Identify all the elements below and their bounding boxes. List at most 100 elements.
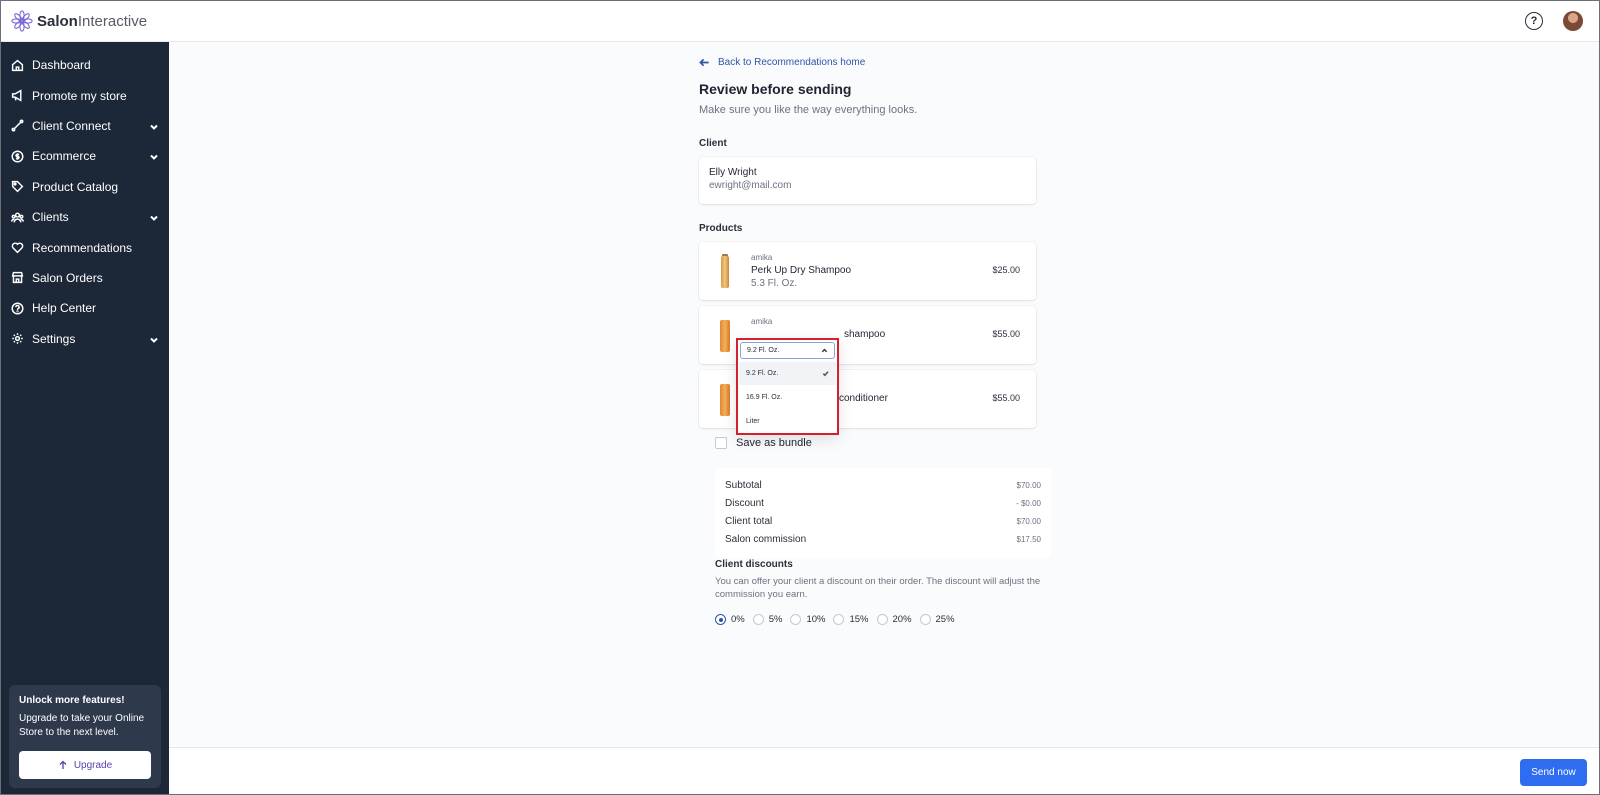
radio-button[interactable]	[790, 614, 802, 625]
chevron-down-icon	[149, 151, 159, 161]
arrow-up-icon	[59, 760, 67, 769]
discount-option-label: 25%	[935, 614, 955, 625]
discount-option[interactable]: 10%	[790, 614, 825, 625]
product-brand: amika	[751, 317, 773, 326]
chevron-down-icon	[149, 121, 159, 131]
help-circle-icon	[11, 302, 24, 315]
sidebar-item-product-catalog[interactable]: Product Catalog	[1, 172, 169, 202]
sidebar-item-client-connect[interactable]: Client Connect	[1, 111, 169, 141]
totals-value: $17.50	[1016, 535, 1041, 545]
product-price: $25.00	[992, 265, 1020, 275]
sidebar: Dashboard Promote my store Client Connec…	[1, 42, 169, 794]
size-option[interactable]: Liter	[739, 410, 836, 433]
save-bundle-checkbox[interactable]	[715, 437, 727, 449]
product-image	[713, 382, 737, 416]
products-section-label: Products	[699, 223, 743, 234]
sidebar-item-label: Product Catalog	[32, 179, 119, 194]
product-size: 5.3 Fl. Oz.	[751, 278, 798, 289]
totals-label: Subtotal	[725, 479, 762, 491]
flower-logo-icon	[11, 10, 33, 32]
sidebar-item-label: Dashboard	[32, 58, 91, 73]
users-icon	[11, 211, 24, 224]
radio-button[interactable]	[715, 614, 726, 625]
discount-option-label: 5%	[768, 614, 783, 625]
size-option-label: Liter	[746, 418, 760, 425]
totals-label: Discount	[725, 497, 764, 509]
totals-value: - $0.00	[1016, 498, 1041, 508]
totals-label: Client total	[725, 515, 773, 527]
size-dropdown: 9.2 Fl. Oz. 9.2 Fl. Oz. 16.9 Fl. Oz. Lit…	[736, 338, 839, 435]
sidebar-item-settings[interactable]: Settings	[1, 324, 169, 354]
sidebar-item-label: Client Connect	[32, 118, 111, 133]
product-card: amika Perk Up Dry Shampoo 5.3 Fl. Oz. $2…	[699, 242, 1036, 300]
chevron-down-icon	[149, 334, 159, 344]
app-frame: SalonInteractive ? Dashboard Promote my …	[0, 0, 1600, 795]
product-image	[713, 318, 737, 352]
totals-value: $70.00	[1016, 516, 1041, 526]
product-brand: amika	[751, 253, 773, 262]
sidebar-item-label: Clients	[32, 210, 69, 225]
sidebar-item-label: Promote my store	[32, 88, 127, 103]
sidebar-item-promote[interactable]: Promote my store	[1, 80, 169, 110]
size-option[interactable]: 16.9 Fl. Oz.	[739, 386, 836, 409]
discount-option[interactable]: 25%	[919, 614, 955, 625]
radio-button[interactable]	[876, 614, 888, 625]
radio-button[interactable]	[833, 614, 845, 625]
page-subtitle: Make sure you like the way everything lo…	[699, 104, 918, 116]
avatar[interactable]	[1563, 11, 1583, 31]
send-now-button[interactable]: Send now	[1520, 759, 1587, 786]
discount-option-label: 10%	[806, 614, 826, 625]
size-option[interactable]: 9.2 Fl. Oz.	[739, 362, 836, 385]
help-icon[interactable]: ?	[1525, 12, 1543, 30]
page-title: Review before sending	[699, 81, 852, 97]
product-price: $55.00	[992, 329, 1020, 339]
save-bundle-row[interactable]: Save as bundle	[715, 437, 812, 449]
upgrade-card: Unlock more features! Upgrade to take yo…	[9, 685, 161, 788]
logo-text: SalonInteractive	[37, 12, 148, 30]
discount-option[interactable]: 15%	[833, 614, 869, 625]
sidebar-item-label: Settings	[32, 331, 76, 346]
totals-value: $70.00	[1016, 480, 1041, 490]
upgrade-button[interactable]: Upgrade	[19, 751, 151, 779]
size-option-label: 16.9 Fl. Oz.	[746, 394, 783, 401]
save-bundle-label: Save as bundle	[736, 437, 812, 449]
discount-option[interactable]: 0%	[715, 614, 745, 625]
main-area: Back to Recommendations home Review befo…	[169, 42, 1599, 794]
upgrade-body: Upgrade to take your Online Store to the…	[19, 713, 145, 738]
totals-row: Subtotal $70.00	[725, 476, 1041, 494]
product-name: shampoo	[844, 329, 886, 340]
product-name: conditioner	[839, 393, 888, 404]
tag-icon	[11, 180, 24, 193]
discount-option[interactable]: 20%	[876, 614, 912, 625]
check-icon	[822, 371, 829, 377]
radio-button[interactable]	[919, 614, 931, 625]
sidebar-item-dashboard[interactable]: Dashboard	[1, 50, 169, 80]
back-link[interactable]: Back to Recommendations home	[699, 57, 865, 68]
product-image	[713, 254, 737, 288]
heart-icon	[11, 241, 24, 254]
client-discounts-title: Client discounts	[715, 559, 793, 570]
chevron-up-icon	[821, 348, 828, 353]
sidebar-item-salon-orders[interactable]: Salon Orders	[1, 263, 169, 293]
top-bar: SalonInteractive ?	[1, 1, 1599, 42]
radio-button[interactable]	[752, 614, 764, 625]
client-discounts-description: You can offer your client a discount on …	[715, 576, 1041, 600]
client-email: ewright@mail.com	[709, 180, 792, 191]
size-option-label: 9.2 Fl. Oz.	[746, 370, 779, 377]
size-select-value: 9.2 Fl. Oz.	[747, 347, 780, 354]
totals-row: Discount - $0.00	[725, 494, 1041, 512]
size-select[interactable]: 9.2 Fl. Oz.	[740, 342, 835, 359]
discount-option[interactable]: 5%	[752, 614, 783, 625]
connect-icon	[11, 119, 24, 132]
upgrade-button-label: Upgrade	[73, 759, 113, 771]
sidebar-item-clients[interactable]: Clients	[1, 202, 169, 232]
logo[interactable]: SalonInteractive	[11, 10, 147, 32]
sidebar-item-label: Help Center	[32, 301, 97, 316]
megaphone-icon	[11, 89, 24, 102]
upgrade-title: Unlock more features!	[19, 695, 125, 706]
product-name: Perk Up Dry Shampoo	[751, 265, 852, 276]
sidebar-item-recommendations[interactable]: Recommendations	[1, 232, 169, 262]
sidebar-item-help-center[interactable]: Help Center	[1, 293, 169, 323]
discount-option-label: 0%	[731, 614, 745, 625]
sidebar-item-ecommerce[interactable]: Ecommerce	[1, 141, 169, 171]
